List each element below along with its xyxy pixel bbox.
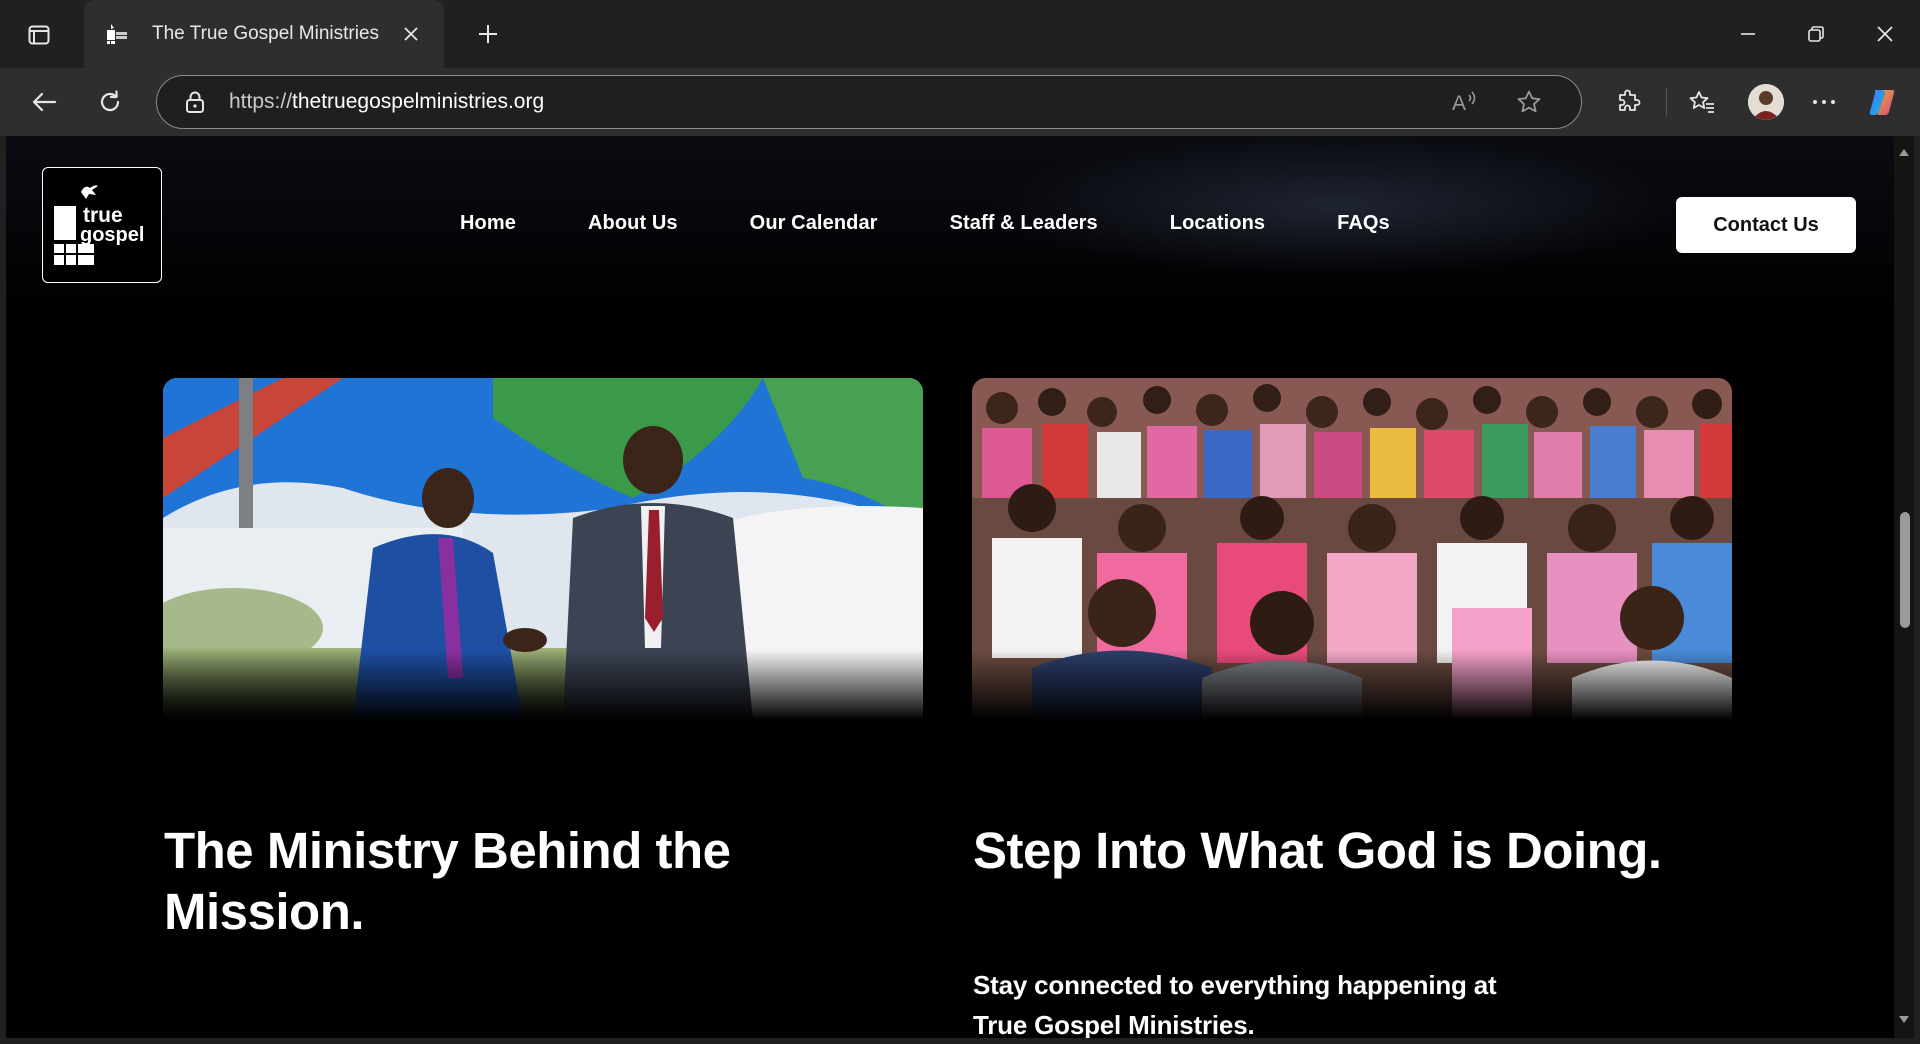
copilot-icon[interactable] [1862, 82, 1902, 122]
address-bar[interactable]: https://thetruegospelministries.org A [156, 75, 1582, 129]
dove-icon [81, 185, 98, 199]
url-host: thetruegospelministries.org [292, 90, 545, 113]
lock-icon[interactable] [181, 88, 209, 116]
close-window-icon[interactable] [1865, 14, 1905, 54]
toolbar-separator [1666, 88, 1667, 116]
site-favicon-icon [104, 21, 130, 47]
nav-faqs[interactable]: FAQs [1337, 212, 1390, 235]
ministry-handshake-photo [163, 378, 923, 720]
nav-our-calendar[interactable]: Our Calendar [750, 212, 878, 235]
url-text[interactable]: https://thetruegospelministries.org [229, 90, 544, 114]
nav-staff-leaders[interactable]: Staff & Leaders [950, 212, 1098, 235]
nav-about-us[interactable]: About Us [588, 212, 678, 235]
extensions-icon[interactable] [1608, 82, 1648, 122]
browser-toolbar: https://thetruegospelministries.org A [0, 68, 1920, 136]
read-aloud-icon[interactable]: A [1447, 84, 1483, 120]
favorites-icon[interactable] [1682, 82, 1722, 122]
favorite-star-icon[interactable] [1511, 84, 1547, 120]
nav-locations[interactable]: Locations [1170, 212, 1265, 235]
site-header: true gospel Home About Us Our Calendar S… [6, 136, 1894, 316]
close-tab-icon[interactable] [392, 15, 430, 53]
svg-text:A: A [1452, 92, 1466, 115]
scroll-up-arrow-icon[interactable] [1898, 146, 1910, 158]
window-bottom-edge [0, 1038, 1920, 1044]
header-background-photo [986, 136, 1686, 276]
scrollbar-thumb[interactable] [1900, 512, 1910, 628]
tab-actions-icon[interactable] [20, 20, 58, 50]
refresh-icon[interactable] [90, 82, 130, 122]
stay-connected-paragraph: Stay connected to everything happening a… [973, 970, 1497, 1038]
more-options-icon[interactable] [1804, 82, 1844, 122]
restore-icon[interactable] [1796, 14, 1836, 54]
site-logo[interactable]: true gospel [42, 167, 162, 283]
new-tab-icon[interactable] [470, 16, 506, 52]
browser-tab-active[interactable]: The True Gospel Ministries [84, 0, 444, 68]
page-viewport: true gospel Home About Us Our Calendar S… [6, 136, 1894, 1038]
profile-avatar[interactable] [1748, 84, 1784, 120]
ministry-heading: The Ministry Behind the Mission. [164, 822, 731, 940]
contact-us-button[interactable]: Contact Us [1676, 197, 1856, 253]
page-scrollbar[interactable] [1894, 136, 1914, 1038]
nav-home[interactable]: Home [460, 212, 516, 235]
scroll-down-arrow-icon[interactable] [1898, 1014, 1910, 1026]
step-into-heading: Step Into What God is Doing. [973, 822, 1662, 879]
minimize-icon[interactable] [1728, 14, 1768, 54]
tab-title: The True Gospel Ministries [152, 23, 380, 44]
praying-crowd-photo [972, 378, 1732, 720]
url-scheme: https:// [229, 90, 293, 113]
main-navigation: Home About Us Our Calendar Staff & Leade… [460, 212, 1390, 235]
back-arrow-icon[interactable] [24, 82, 64, 122]
browser-tab-bar: The True Gospel Ministries [0, 0, 1920, 68]
svg-text:gospel: gospel [80, 224, 144, 246]
